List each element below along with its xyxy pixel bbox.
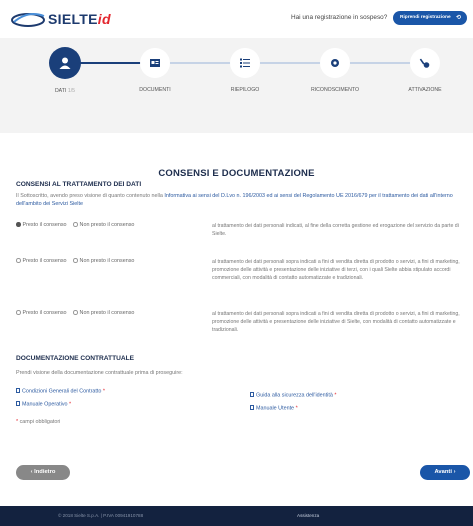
- progress-steps: DATI 1/5 DOCUMENTI RIEPILOGO RICONOSCIME…: [0, 38, 473, 133]
- step-attivazione-label: ATTIVAZIONE: [408, 87, 442, 93]
- step-riepilogo-circle: [230, 48, 260, 78]
- radio-unchecked-icon: [73, 222, 78, 227]
- consent-third-party-text: al trattamento dei dati personali sopra …: [212, 259, 460, 281]
- chevron-left-icon: ‹: [30, 469, 33, 475]
- consent-third-party-deny-radio[interactable]: Non presto il consenso: [73, 258, 134, 264]
- consent-third-party-give-radio[interactable]: Presto il consenso: [16, 258, 67, 264]
- radio-unchecked-icon: [16, 310, 21, 315]
- radio-checked-icon: [16, 222, 21, 227]
- consents-intro-text: Il Sottoscritto, avendo preso visione di…: [16, 193, 165, 199]
- document-icon: [16, 401, 20, 406]
- consents-section-title: CONSENSI AL TRATTAMENTO DEI DATI: [16, 181, 142, 188]
- required-fields-note: * campi obbligatori: [16, 419, 61, 425]
- undo-icon: ⟲: [455, 15, 461, 21]
- page-title: CONSENSI E DOCUMENTAZIONE: [158, 168, 315, 179]
- back-button[interactable]: ‹ Indietro: [16, 465, 70, 480]
- step-attivazione: ATTIVAZIONE: [380, 48, 470, 93]
- step-riconoscimento-label: RICONOSCIMENTO: [310, 87, 360, 93]
- pending-registration-text: Hai una registrazione in sospeso?: [291, 14, 388, 21]
- consent-sielte-deny-radio[interactable]: Non presto il consenso: [73, 310, 134, 316]
- footer: © 2018 Sielte S.p.A. | P.IVA 00941910788…: [0, 506, 473, 526]
- step-dati-circle: [49, 47, 81, 79]
- doc-link-general-conditions[interactable]: Condizioni Generali del Contratto *: [16, 388, 105, 395]
- webcam-icon: [320, 48, 350, 78]
- documents-intro: Prendi visione della documentazione cont…: [16, 370, 183, 376]
- documents-section-title: DOCUMENTAZIONE CONTRATTUALE: [16, 355, 135, 362]
- consent-service-give-radio[interactable]: Presto il consenso: [16, 222, 67, 228]
- logo-text: SIELTE: [48, 11, 98, 27]
- step-riepilogo-label: RIEPILOGO: [230, 87, 260, 93]
- next-button[interactable]: Avanti ›: [420, 465, 470, 480]
- consent-sielte-text: al trattamento dei dati personali sopra …: [212, 311, 460, 333]
- logo-suffix: id: [97, 11, 111, 27]
- step-documenti-label: DOCUMENTI: [139, 87, 171, 93]
- consent-sielte-give-radio[interactable]: Presto il consenso: [16, 310, 67, 316]
- step-riconoscimento-circle: [320, 48, 350, 78]
- document-icon: [16, 388, 20, 393]
- consent-service-text: al trattamento dei dati personali indica…: [212, 223, 459, 237]
- document-icon: [250, 405, 254, 410]
- id-card-icon: [140, 48, 170, 78]
- step-documenti-circle: [140, 48, 170, 78]
- resume-registration-button[interactable]: Riprendi registrazione ⟲: [393, 11, 467, 25]
- document-icon: [250, 392, 254, 397]
- doc-link-user-manual[interactable]: Manuale Utente *: [250, 405, 298, 412]
- step-dati-progress: 1/5: [67, 88, 76, 94]
- radio-unchecked-icon: [16, 258, 21, 263]
- logo-swoosh-icon: [11, 13, 45, 27]
- chevron-right-icon: ›: [453, 469, 456, 475]
- radio-unchecked-icon: [73, 310, 78, 315]
- step-documenti: DOCUMENTI: [110, 48, 200, 93]
- user-icon: [49, 47, 81, 79]
- step-riconoscimento: RICONOSCIMENTO: [290, 48, 380, 93]
- sielte-id-logo[interactable]: SIELTEid: [10, 8, 120, 30]
- footer-assistance-link[interactable]: Assistenza: [297, 513, 319, 518]
- radio-unchecked-icon: [73, 258, 78, 263]
- step-dati: DATI 1/5: [20, 47, 110, 94]
- header: SIELTEid Hai una registrazione in sospes…: [0, 0, 473, 38]
- key-icon: [410, 48, 440, 78]
- consents-intro: Il Sottoscritto, avendo preso visione di…: [16, 192, 462, 208]
- list-icon: [230, 48, 260, 78]
- consent-service-deny-radio[interactable]: Non presto il consenso: [73, 222, 134, 228]
- doc-link-security-guide[interactable]: Guida alla sicurezza dell'identità *: [250, 392, 336, 399]
- footer-copyright: © 2018 Sielte S.p.A. | P.IVA 00941910788: [58, 513, 144, 518]
- doc-link-operating-manual[interactable]: Manuale Operativo *: [16, 401, 71, 408]
- step-attivazione-circle: [410, 48, 440, 78]
- step-riepilogo: RIEPILOGO: [200, 48, 290, 93]
- resume-registration-label: Riprendi registrazione: [400, 15, 451, 20]
- step-dati-label: DATI: [54, 88, 67, 94]
